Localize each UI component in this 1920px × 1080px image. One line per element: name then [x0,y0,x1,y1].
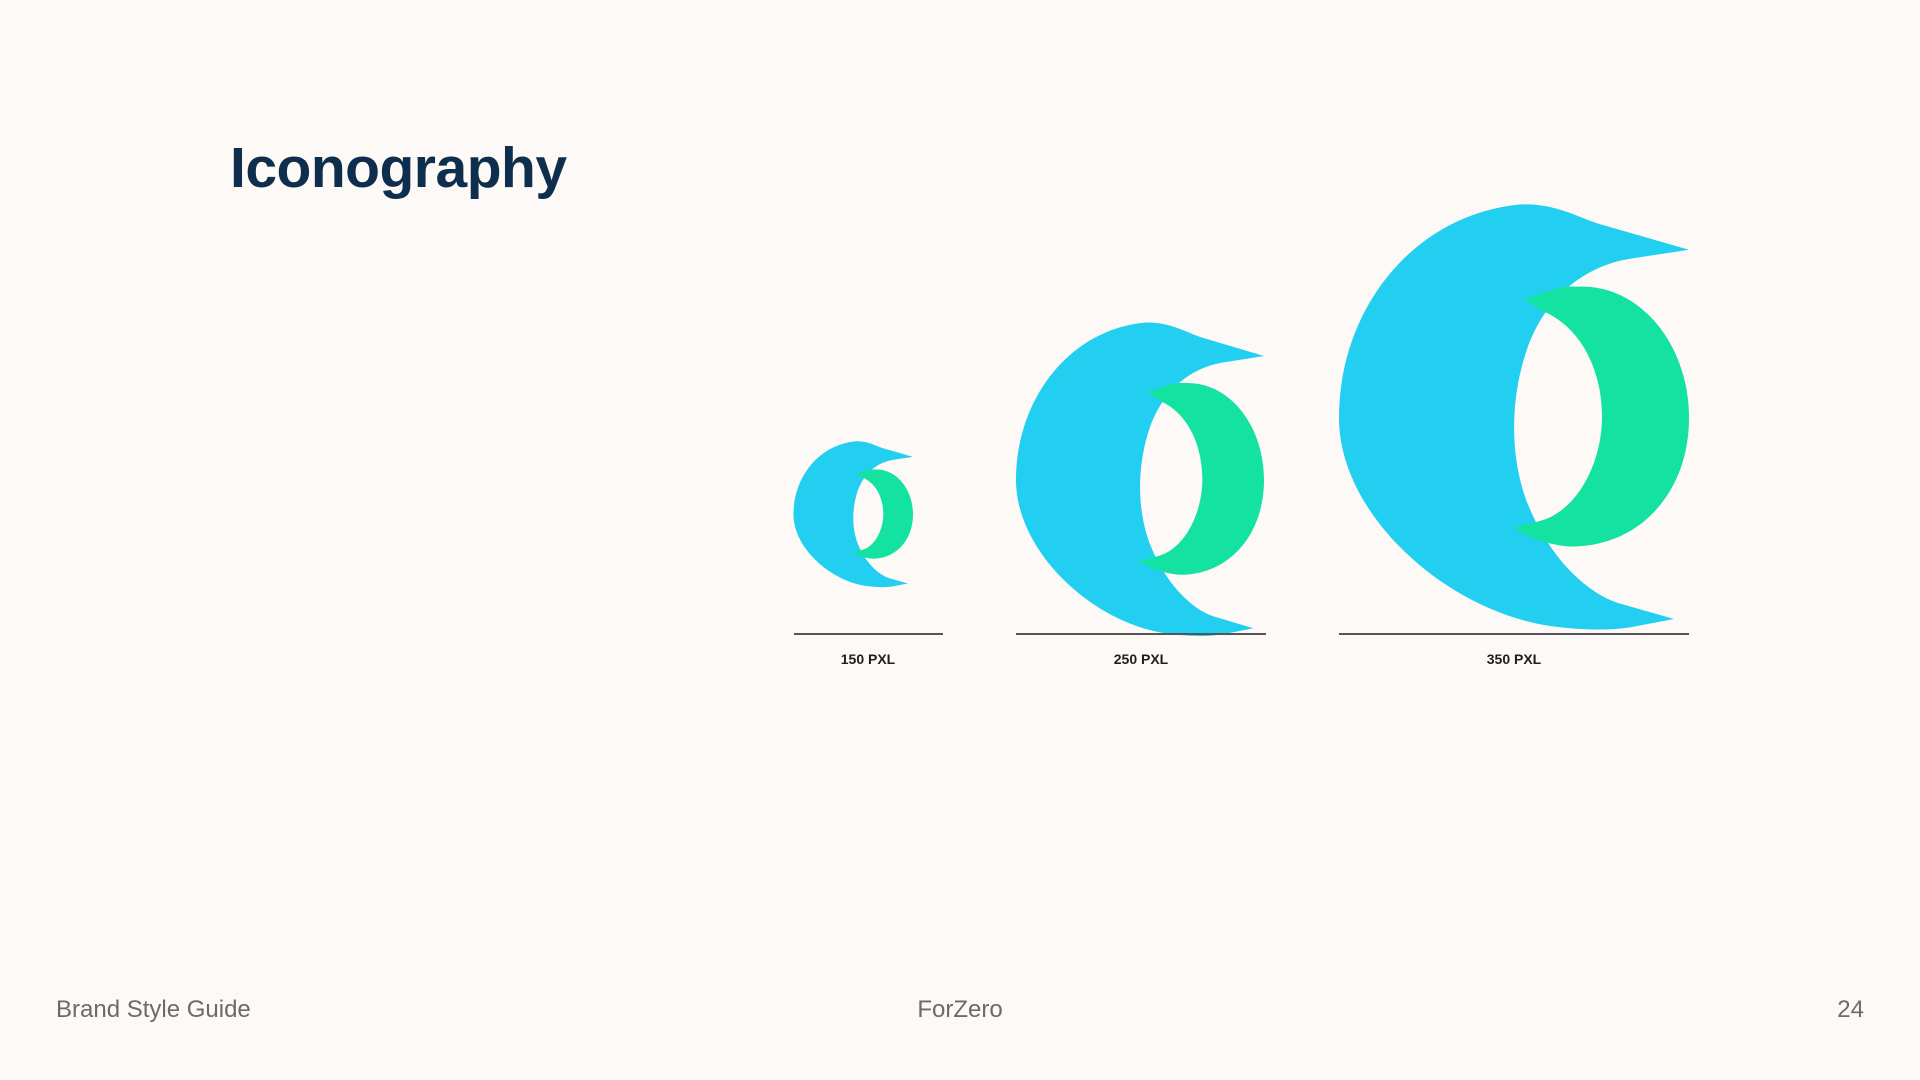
footer-brand-name: ForZero [917,996,1003,1023]
slide: Iconography 150 PXL 250 PXL 350 PXL Bran… [0,0,1920,1080]
page-number: 24 [1837,996,1864,1023]
logo-mark-large [1339,204,1689,630]
logo-size-comparison [793,204,1689,636]
logo-mark-medium [1016,322,1265,636]
size-label-large: 350 PXL [1486,651,1542,667]
logo-mark-small [793,441,913,588]
size-label-medium: 250 PXL [1113,651,1169,667]
footer-document-title: Brand Style Guide [56,996,251,1023]
size-label-small: 150 PXL [840,651,896,667]
